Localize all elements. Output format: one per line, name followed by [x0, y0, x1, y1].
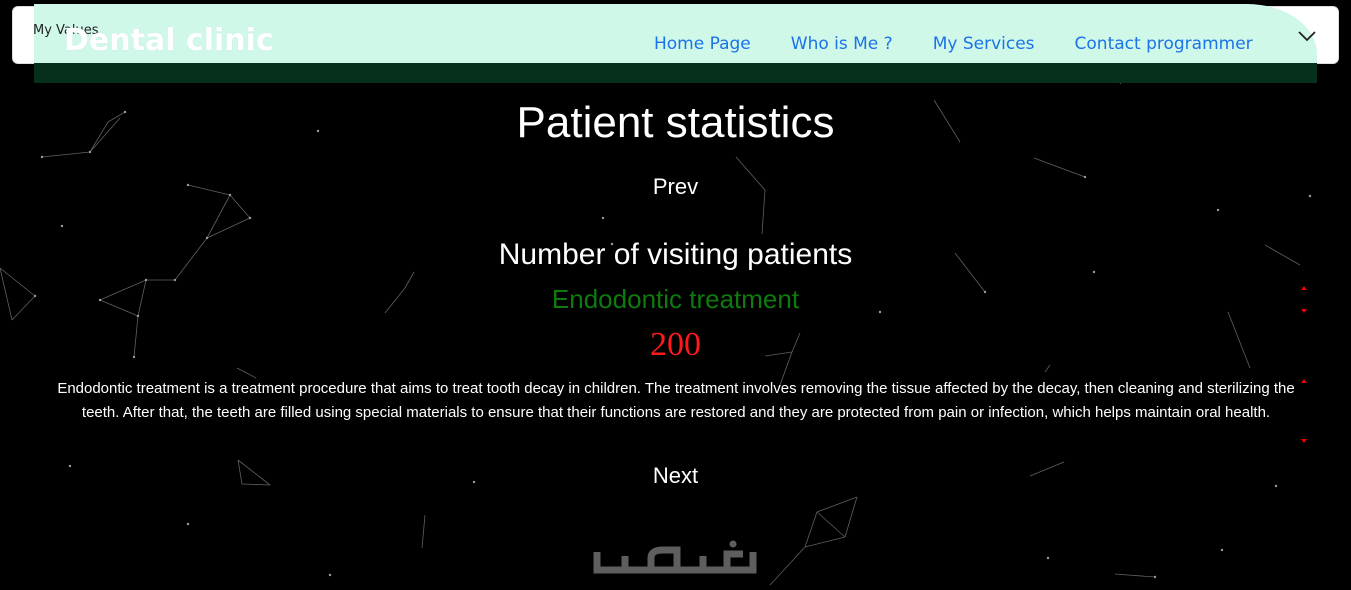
prev-button[interactable]: Prev — [0, 174, 1351, 200]
nav-links: Home Page Who is Me ? My Services Contac… — [654, 34, 1293, 54]
next-button[interactable]: Next — [0, 463, 1351, 489]
brand-logo[interactable]: Dental clinic — [64, 23, 274, 58]
scroll-down-arrow-icon — [1301, 439, 1307, 443]
scroll-up-arrow-icon — [1301, 379, 1307, 383]
chevron-down-icon[interactable] — [1296, 25, 1318, 47]
nav-services[interactable]: My Services — [933, 34, 1035, 54]
nav-contact[interactable]: Contact programmer — [1075, 34, 1253, 54]
scroll-down-arrow-icon — [1301, 309, 1307, 313]
section-subtitle: Number of visiting patients — [498, 238, 853, 271]
nav-about[interactable]: Who is Me ? — [791, 34, 893, 54]
treatment-name: Endodontic treatment — [551, 284, 800, 314]
patient-count: 200 — [650, 326, 701, 363]
scroll-up-arrow-icon — [1301, 286, 1307, 290]
watermark-logo — [593, 540, 757, 574]
page-title: Patient statistics — [516, 98, 835, 147]
nav-home[interactable]: Home Page — [654, 34, 751, 54]
treatment-description: Endodontic treatment is a treatment proc… — [57, 380, 1295, 421]
